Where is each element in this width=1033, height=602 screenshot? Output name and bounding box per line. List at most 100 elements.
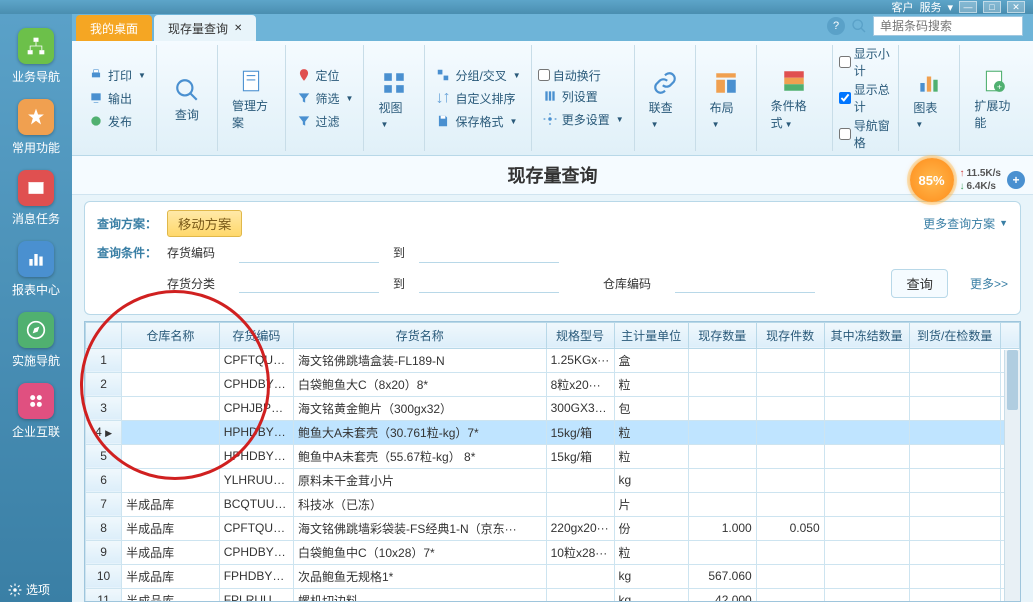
more-criteria-link[interactable]: 更多>> (970, 275, 1008, 292)
sidebar-item-compass[interactable]: 实施导航 (0, 304, 72, 375)
close-icon[interactable]: ✕ (234, 23, 242, 34)
inv-cat-from-input[interactable] (239, 273, 379, 293)
table-row[interactable]: 11半成品库FPLRUU003螺机切边料kg42.000 (86, 588, 1020, 602)
filter2-button[interactable]: 过滤 (292, 111, 358, 132)
titlebar: 客户 服务 ▾ — □ ✕ (0, 0, 1033, 14)
print-button[interactable]: 打印▼ (84, 65, 150, 86)
table-row[interactable]: 9半成品库CPHDBYO···白袋鲍鱼中C（10x28）7*10粒x28···粒 (86, 540, 1020, 564)
cell-frozen (824, 564, 909, 588)
sidebar-item-star[interactable]: 常用功能 (0, 91, 72, 162)
cell-unit: kg (614, 468, 688, 492)
table-row[interactable]: 7半成品库BCQTUU014科技冰（已冻）片 (86, 492, 1020, 516)
barcode-search-icon (851, 18, 867, 34)
publish-button[interactable]: 发布 (84, 111, 150, 132)
layout-button[interactable]: 布局▼ (702, 65, 750, 132)
nav-pane-checkbox[interactable]: 导航窗格 (839, 117, 893, 151)
wh-code-input[interactable] (675, 273, 815, 293)
more-settings-button[interactable]: 更多设置▼ (538, 109, 628, 130)
chart-button[interactable]: 图表▼ (905, 65, 953, 132)
column-settings-button[interactable]: 列设置 (538, 86, 628, 107)
table-row[interactable]: 10半成品库FPHDBY1···次品鲍鱼无规格1*kg567.060 (86, 564, 1020, 588)
table-row[interactable]: 6YLHRUU001原料未干金茸小片kg (86, 468, 1020, 492)
col-header[interactable]: 仓库名称 (122, 322, 220, 348)
inv-code-from-input[interactable] (239, 243, 379, 263)
show-subtotal-checkbox[interactable]: 显示小计 (839, 45, 893, 79)
inv-cat-to-input[interactable] (419, 273, 559, 293)
sort-button[interactable]: 自定义排序 (431, 88, 524, 109)
query-button[interactable]: 查询 (163, 72, 211, 125)
cell-code: BCQTUU014 (219, 492, 293, 516)
table-row[interactable]: 1CPFTQUO···海文铭佛跳墙盒装-FL189-N1.25KGx···盒 (86, 348, 1020, 372)
upload-speed: 11.5K/s (960, 167, 1001, 180)
col-header[interactable]: 存货名称 (294, 322, 547, 348)
speed-percent[interactable]: 85% (910, 158, 954, 202)
mobile-scheme-button[interactable]: 移动方案 (167, 210, 242, 237)
help-icon[interactable]: ? (827, 17, 845, 35)
chart-icon (18, 241, 54, 277)
show-total-checkbox[interactable]: 显示总计 (839, 81, 893, 115)
save-format-button[interactable]: 保存格式▼ (431, 111, 524, 132)
sidebar-item-link[interactable]: 企业互联 (0, 375, 72, 446)
close-button[interactable]: ✕ (1007, 1, 1025, 13)
manage-scheme-button[interactable]: 管理方案 (224, 63, 279, 133)
cell-pcs (756, 420, 824, 444)
tab-现存量查询[interactable]: 现存量查询✕ (154, 15, 256, 41)
cell-qty (688, 348, 756, 372)
cell-code: HPHDBYI··· (219, 444, 293, 468)
sidebar-item-label: 业务导航 (12, 68, 60, 85)
speed-expand-button[interactable]: + (1007, 171, 1025, 189)
view-button[interactable]: 视图▼ (370, 65, 418, 132)
tab-我的桌面[interactable]: 我的桌面 (76, 15, 152, 41)
cell-spec (546, 564, 614, 588)
col-header[interactable]: 规格型号 (546, 322, 614, 348)
titlebar-contact[interactable]: 客户 (891, 0, 913, 15)
titlebar-service[interactable]: 服务 (919, 0, 941, 15)
vertical-scrollbar[interactable] (1004, 350, 1020, 601)
sidebar-item-chart[interactable]: 报表中心 (0, 233, 72, 304)
output-button[interactable]: 输出 (84, 88, 150, 109)
col-header[interactable]: 到货/在检数量 (909, 322, 1000, 348)
cell-qty: 567.060 (688, 564, 756, 588)
col-header[interactable]: 存货编码 (219, 322, 293, 348)
table-row[interactable]: 5HPHDBYI···鲍鱼中A未套壳（55.67粒-kg） 8*15kg/箱粒 (86, 444, 1020, 468)
col-header[interactable]: 现存数量 (688, 322, 756, 348)
to-label-1: 到 (393, 244, 405, 261)
search-button[interactable]: 查询 (891, 269, 948, 298)
cell-warehouse (122, 348, 220, 372)
table-row[interactable]: 8半成品库CPFTQUO···海文铭佛跳墙彩袋装-FS经典1-N（京东···22… (86, 516, 1020, 540)
options-button[interactable]: 选项 (8, 581, 50, 598)
minimize-button[interactable]: — (959, 1, 977, 13)
col-header[interactable]: 现存件数 (756, 322, 824, 348)
cell-spec: 10粒x28··· (546, 540, 614, 564)
table-row[interactable]: 2CPHDBYO···白袋鲍鱼大C（8x20）8*8粒x20···粒 (86, 372, 1020, 396)
table-row[interactable]: 4 ▶HPHDBYO···鲍鱼大A未套壳（30.761粒-kg）7*15kg/箱… (86, 420, 1020, 444)
cell-code: CPHDBYO··· (219, 540, 293, 564)
row-number: 3 (86, 396, 122, 420)
cell-unit: kg (614, 588, 688, 602)
sidebar-item-label: 企业互联 (12, 423, 60, 440)
cell-spec: 15kg/箱 (546, 444, 614, 468)
cell-name: 螺机切边料 (294, 588, 547, 602)
cell-warehouse: 半成品库 (122, 564, 220, 588)
more-schemes-link[interactable]: 更多查询方案 ▼ (923, 215, 1008, 232)
sidebar-item-sitemap[interactable]: 业务导航 (0, 20, 72, 91)
table-row[interactable]: 3CPHJBPO···海文铭黄金鲍片（300gx32）300GX32···包 (86, 396, 1020, 420)
cell-arrival (909, 396, 1000, 420)
col-header[interactable]: 其中冻结数量 (824, 322, 909, 348)
extend-button[interactable]: +扩展功能 (966, 63, 1021, 133)
cell-spec: 15kg/箱 (546, 420, 614, 444)
barcode-search-input[interactable] (873, 16, 1023, 36)
link-query-button[interactable]: 联查▼ (641, 65, 689, 132)
cell-name: 海文铭黄金鲍片（300gx32） (294, 396, 547, 420)
filter-button[interactable]: 筛选▼ (292, 88, 358, 109)
autowrap-checkbox[interactable]: 自动换行 (538, 67, 628, 84)
cell-spec (546, 468, 614, 492)
maximize-button[interactable]: □ (983, 1, 1001, 13)
sidebar-item-mail[interactable]: 消息任务 (0, 162, 72, 233)
group-button[interactable]: 分组/交叉▼ (431, 65, 524, 86)
locate-button[interactable]: 定位 (292, 65, 358, 86)
query-panel: 查询方案： 移动方案 更多查询方案 ▼ 查询条件： 存货编码 到 存货分类 到 (84, 201, 1021, 315)
inv-code-to-input[interactable] (419, 243, 559, 263)
col-header[interactable]: 主计量单位 (614, 322, 688, 348)
cond-format-button[interactable]: 条件格式▼ (763, 63, 826, 133)
